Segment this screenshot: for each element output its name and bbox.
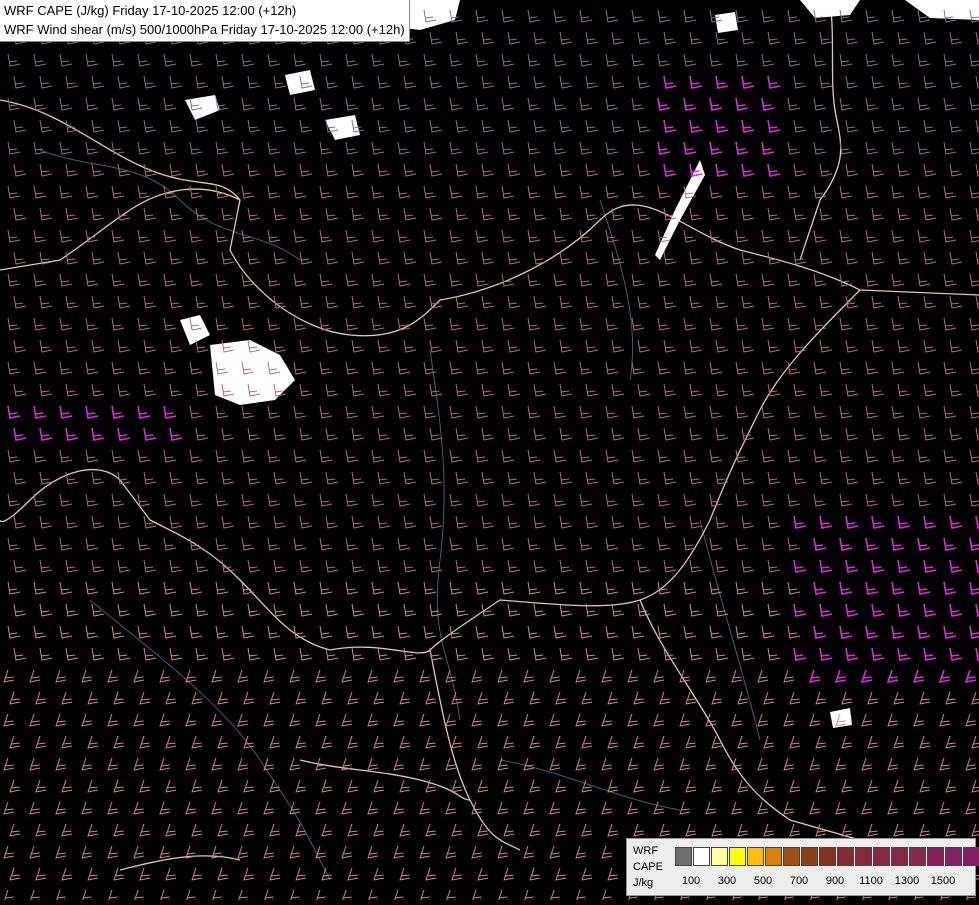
map-background (0, 0, 979, 900)
legend-tick-label: 1500 (930, 875, 956, 887)
legend-tick-label: 1300 (894, 875, 920, 887)
legend-swatch (819, 847, 836, 866)
weather-map (0, 0, 979, 903)
legend-swatch (909, 847, 926, 866)
legend-swatch (801, 847, 818, 866)
legend-model-label: WRF (633, 845, 659, 857)
map-canvas (0, 0, 979, 903)
legend-tick-label: 900 (825, 875, 845, 887)
legend-swatch (873, 847, 890, 866)
cape-title: WRF CAPE (J/kg) Friday 17-10-2025 12:00 … (4, 3, 297, 18)
shear-title: WRF Wind shear (m/s) 500/1000hPa Friday … (4, 22, 405, 37)
cape-patch (715, 12, 738, 33)
legend-color-scale (675, 847, 979, 866)
legend-swatch (675, 847, 692, 866)
legend-unit-label: J/kg (633, 877, 654, 889)
legend-swatch (747, 847, 764, 866)
legend-swatch (945, 847, 962, 866)
legend-swatch (927, 847, 944, 866)
legend-field-label: CAPE (633, 861, 663, 873)
legend-tick-label: 500 (753, 875, 773, 887)
legend-tick-labels: 100 300 500 700 900 1100 1300 1500 (675, 875, 975, 889)
legend-tick-label: 1100 (859, 875, 883, 887)
cape-legend: WRF CAPE J/kg 100 300 500 700 900 1100 1300 150… (626, 838, 979, 896)
legend-swatch (783, 847, 800, 866)
legend-swatch (837, 847, 854, 866)
legend-swatch (891, 847, 908, 866)
legend-swatch (963, 847, 979, 866)
legend-swatch (711, 847, 728, 866)
legend-swatch (693, 847, 710, 866)
legend-tick-label: 300 (717, 875, 737, 887)
legend-tick-label: 700 (789, 875, 809, 887)
map-title-box: WRF CAPE (J/kg) Friday 17-10-2025 12:00 … (0, 0, 410, 42)
legend-swatch (765, 847, 782, 866)
legend-tick-label: 100 (681, 875, 701, 887)
legend-swatch (855, 847, 872, 866)
legend-swatch (729, 847, 746, 866)
